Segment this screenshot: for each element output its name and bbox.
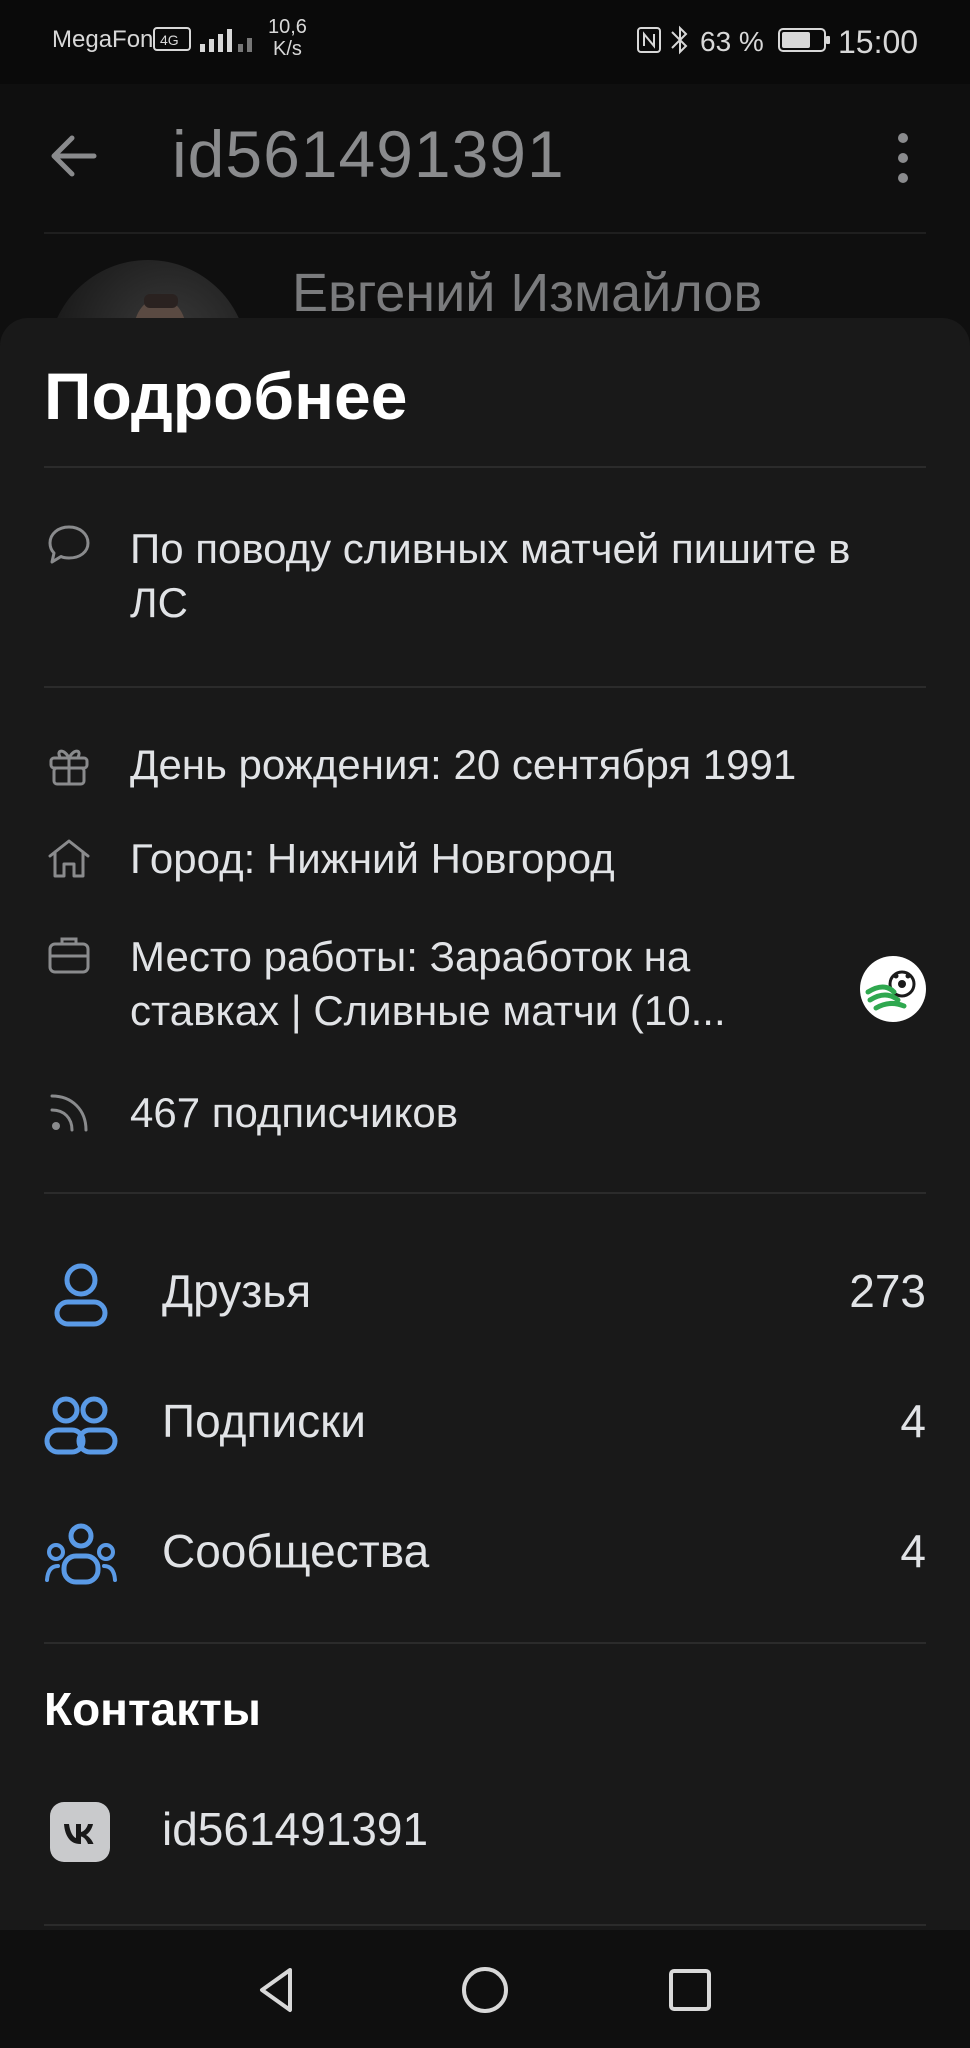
divider: [44, 1642, 926, 1644]
users-icon: [44, 1396, 118, 1455]
svg-text:4G: 4G: [160, 32, 179, 48]
gift-icon: [49, 749, 89, 786]
divider: [44, 466, 926, 468]
battery-percent: 63 %: [700, 26, 764, 57]
battery-icon: [778, 28, 830, 52]
vk-icon: [50, 1802, 110, 1862]
job-link[interactable]: Место работы: Заработок на ставках | Сли…: [130, 930, 810, 1038]
friends-count: 273: [849, 1265, 926, 1317]
profile-name: Евгений Измайлов: [292, 263, 763, 323]
nfc-icon: [637, 25, 688, 55]
nav-back-icon[interactable]: [248, 1960, 308, 2020]
divider: [44, 686, 926, 688]
page-title: id561491391: [172, 117, 565, 191]
group-logo[interactable]: [860, 956, 926, 1022]
sheet-title: Подробнее: [44, 359, 408, 433]
contacts-title: Контакты: [44, 1683, 261, 1735]
system-nav-bar: [0, 1930, 970, 2048]
briefcase-icon: [48, 937, 90, 974]
followers-text[interactable]: 467 подписчиков: [130, 1086, 458, 1140]
profile-status: По поводу сливных матчей пишите в ЛС: [130, 525, 851, 626]
subscriptions-label: Подписки: [162, 1395, 366, 1447]
comment-icon: [48, 525, 90, 564]
subscriptions-count: 4: [900, 1395, 926, 1447]
home-icon: [48, 839, 90, 878]
back-arrow-icon[interactable]: [44, 126, 104, 186]
divider: [44, 1924, 926, 1926]
network-speed: 10,6 K/s: [268, 16, 307, 60]
communities-count: 4: [900, 1525, 926, 1577]
divider: [44, 1192, 926, 1194]
clock: 15:00: [838, 24, 919, 60]
soccer-ball-icon: [865, 970, 916, 1011]
nav-recents-icon[interactable]: [660, 1960, 720, 2020]
profile-header: id561491391 Евгений Измайлов: [0, 84, 970, 460]
city-text: Город: Нижний Новгород: [130, 835, 615, 882]
more-vertical-icon[interactable]: [888, 130, 918, 186]
signal-icon: 4G: [153, 27, 252, 52]
divider: [44, 232, 926, 234]
contact-vk-id: id561491391: [162, 1803, 429, 1855]
friends-label: Друзья: [162, 1265, 312, 1317]
rss-icon: [50, 1094, 88, 1132]
communities-label: Сообщества: [162, 1525, 430, 1577]
carrier-name: MegaFon: [52, 26, 154, 53]
community-icon: [45, 1523, 117, 1585]
nav-home-icon[interactable]: [455, 1960, 515, 2020]
status-bar: MegaFon 4G 10,6 K/s 63 % 15:00: [0, 0, 970, 84]
birthday-text: День рождения: 20 сентября 1991: [130, 741, 797, 788]
details-sheet: Подробнее По поводу сливных матчей пишит…: [0, 318, 970, 1930]
user-icon: [54, 1263, 108, 1327]
